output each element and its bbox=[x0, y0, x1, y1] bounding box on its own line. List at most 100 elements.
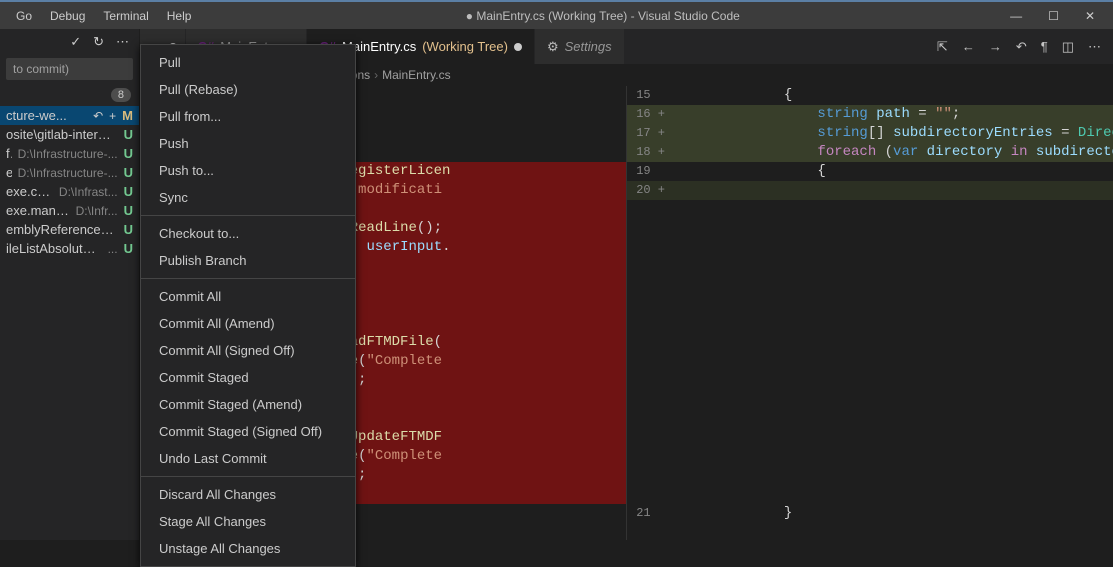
menu-go[interactable]: Go bbox=[8, 5, 40, 27]
menu-item-commit-all-signed-off-[interactable]: Commit All (Signed Off) bbox=[141, 337, 355, 364]
menu-terminal[interactable]: Terminal bbox=[95, 5, 156, 27]
menu-item-stage-all-changes[interactable]: Stage All Changes bbox=[141, 508, 355, 535]
code-line: foreach (var directory in subdirectoryEn… bbox=[675, 143, 1113, 162]
file-name: exe bbox=[6, 165, 12, 180]
tab-label: Settings bbox=[565, 39, 612, 54]
line-number: 18 + bbox=[627, 143, 675, 162]
whitespace-icon[interactable]: ¶ bbox=[1041, 39, 1048, 54]
menu-item-undo-last-commit[interactable]: Undo Last Commit bbox=[141, 445, 355, 472]
menu-item-push-to-[interactable]: Push to... bbox=[141, 157, 355, 184]
line-number bbox=[627, 219, 675, 238]
code-line bbox=[675, 314, 1113, 333]
code-line bbox=[675, 219, 1113, 238]
line-number bbox=[627, 238, 675, 257]
scm-context-menu: PullPull (Rebase)Pull from...PushPush to… bbox=[140, 44, 356, 567]
menu-item-commit-all[interactable]: Commit All bbox=[141, 283, 355, 310]
split-editor-icon[interactable]: ◫ bbox=[1062, 39, 1074, 55]
more-icon[interactable]: ⋯ bbox=[116, 34, 129, 50]
file-name: cture-we... bbox=[6, 108, 87, 123]
menu-debug[interactable]: Debug bbox=[42, 5, 93, 27]
file-status: U bbox=[124, 222, 133, 237]
line-number bbox=[627, 409, 675, 428]
menu-item-publish-branch[interactable]: Publish Branch bbox=[141, 247, 355, 274]
close-icon[interactable]: ✕ bbox=[1081, 7, 1099, 25]
revert-icon[interactable]: ↶ bbox=[1016, 39, 1027, 55]
file-path: D:\Infrastructure-... bbox=[18, 147, 118, 161]
line-number bbox=[627, 428, 675, 447]
menu-item-commit-all-amend-[interactable]: Commit All (Amend) bbox=[141, 310, 355, 337]
scm-file-row[interactable]: exeD:\Infrastructure-...U bbox=[0, 163, 139, 182]
changes-count-badge: 8 bbox=[111, 88, 131, 102]
scm-file-row[interactable]: cture-we...↶+M bbox=[0, 106, 139, 125]
menu-item-commit-staged-amend-[interactable]: Commit Staged (Amend) bbox=[141, 391, 355, 418]
line-number: 20 + bbox=[627, 181, 675, 200]
code-line: } bbox=[675, 504, 1113, 523]
window-controls: — ☐ ✕ bbox=[1006, 7, 1099, 25]
code-line: string path = ""; bbox=[675, 105, 1113, 124]
code-line bbox=[675, 181, 1113, 200]
line-number bbox=[627, 352, 675, 371]
menu-item-checkout-to-[interactable]: Checkout to... bbox=[141, 220, 355, 247]
menu-item-discard-all-changes[interactable]: Discard All Changes bbox=[141, 481, 355, 508]
next-change-icon[interactable]: → bbox=[989, 39, 1002, 54]
code-line: { bbox=[675, 86, 1113, 105]
menu-item-pull[interactable]: Pull bbox=[141, 49, 355, 76]
menu-separator bbox=[141, 476, 355, 477]
menu-item-unstage-all-changes[interactable]: Unstage All Changes bbox=[141, 535, 355, 562]
code-line bbox=[675, 333, 1113, 352]
file-path: ... bbox=[108, 242, 118, 256]
maximize-icon[interactable]: ☐ bbox=[1044, 7, 1063, 25]
tab-settings[interactable]: ⚙Settings bbox=[535, 29, 625, 64]
previous-change-icon[interactable]: ← bbox=[962, 39, 975, 54]
code-line bbox=[675, 485, 1113, 504]
diff-modified-pane[interactable]: 15 16 +17 +18 +19 20 + 21 { string path … bbox=[627, 86, 1113, 540]
code-line bbox=[675, 200, 1113, 219]
line-number: 17 + bbox=[627, 124, 675, 143]
chevron-right-icon: › bbox=[374, 68, 378, 82]
menu-item-pull-rebase-[interactable]: Pull (Rebase) bbox=[141, 76, 355, 103]
code-line bbox=[675, 295, 1113, 314]
code-line bbox=[675, 257, 1113, 276]
scm-file-row[interactable]: exe.configD:\Infrast...U bbox=[0, 182, 139, 201]
file-name: ileListAbsolute.txt bbox=[6, 241, 102, 256]
menu-item-pull-from-[interactable]: Pull from... bbox=[141, 103, 355, 130]
editor-toolbar: ⇱ ← → ↶ ¶ ◫ ⋯ bbox=[925, 29, 1113, 64]
window-title: ● MainEntry.cs (Working Tree) - Visual S… bbox=[199, 9, 1006, 23]
menu-item-commit-staged[interactable]: Commit Staged bbox=[141, 364, 355, 391]
refresh-icon[interactable]: ↻ bbox=[93, 34, 104, 50]
code-line bbox=[675, 352, 1113, 371]
file-status: U bbox=[124, 241, 133, 256]
discard-icon[interactable]: ↶ bbox=[93, 109, 103, 123]
menu-item-commit-staged-signed-off-[interactable]: Commit Staged (Signed Off) bbox=[141, 418, 355, 445]
tab-label-suffix: (Working Tree) bbox=[422, 39, 508, 54]
scm-file-row[interactable]: figD:\Infrastructure-...U bbox=[0, 144, 139, 163]
code-line bbox=[675, 371, 1113, 390]
scm-file-row[interactable]: emblyReferencesIn...U bbox=[0, 220, 139, 239]
menu-separator bbox=[141, 278, 355, 279]
changes-header: 8 bbox=[0, 84, 139, 106]
menu-item-sync[interactable]: Sync bbox=[141, 184, 355, 211]
code-line: { bbox=[675, 162, 1113, 181]
line-number: 16 + bbox=[627, 105, 675, 124]
open-changes-icon[interactable]: ⇱ bbox=[937, 39, 948, 55]
titlebar: GoDebugTerminalHelp ● MainEntry.cs (Work… bbox=[0, 0, 1113, 29]
code-line bbox=[675, 447, 1113, 466]
more-actions-icon[interactable]: ⋯ bbox=[1088, 39, 1101, 55]
scm-file-row[interactable]: ileListAbsolute.txt... U bbox=[0, 239, 139, 258]
scm-file-row[interactable]: osite\gitlab-internalt...U bbox=[0, 125, 139, 144]
menu-help[interactable]: Help bbox=[159, 5, 200, 27]
scm-file-row[interactable]: exe.manifestD:\Infr...U bbox=[0, 201, 139, 220]
commit-message-input[interactable] bbox=[6, 58, 133, 80]
line-number bbox=[627, 314, 675, 333]
breadcrumb-item[interactable]: MainEntry.cs bbox=[382, 68, 450, 82]
line-number: 19 bbox=[627, 162, 675, 181]
file-name: exe.manifest bbox=[6, 203, 70, 218]
minimize-icon[interactable]: — bbox=[1006, 7, 1026, 25]
menu-item-push[interactable]: Push bbox=[141, 130, 355, 157]
line-number bbox=[627, 371, 675, 390]
scm-panel: ✓ ↻ ⋯ 8 cture-we...↶+Mosite\gitlab-inter… bbox=[0, 29, 140, 540]
commit-icon[interactable]: ✓ bbox=[70, 34, 81, 50]
stage-icon[interactable]: + bbox=[109, 109, 116, 123]
line-number bbox=[627, 333, 675, 352]
file-path: D:\Infrast... bbox=[59, 185, 118, 199]
